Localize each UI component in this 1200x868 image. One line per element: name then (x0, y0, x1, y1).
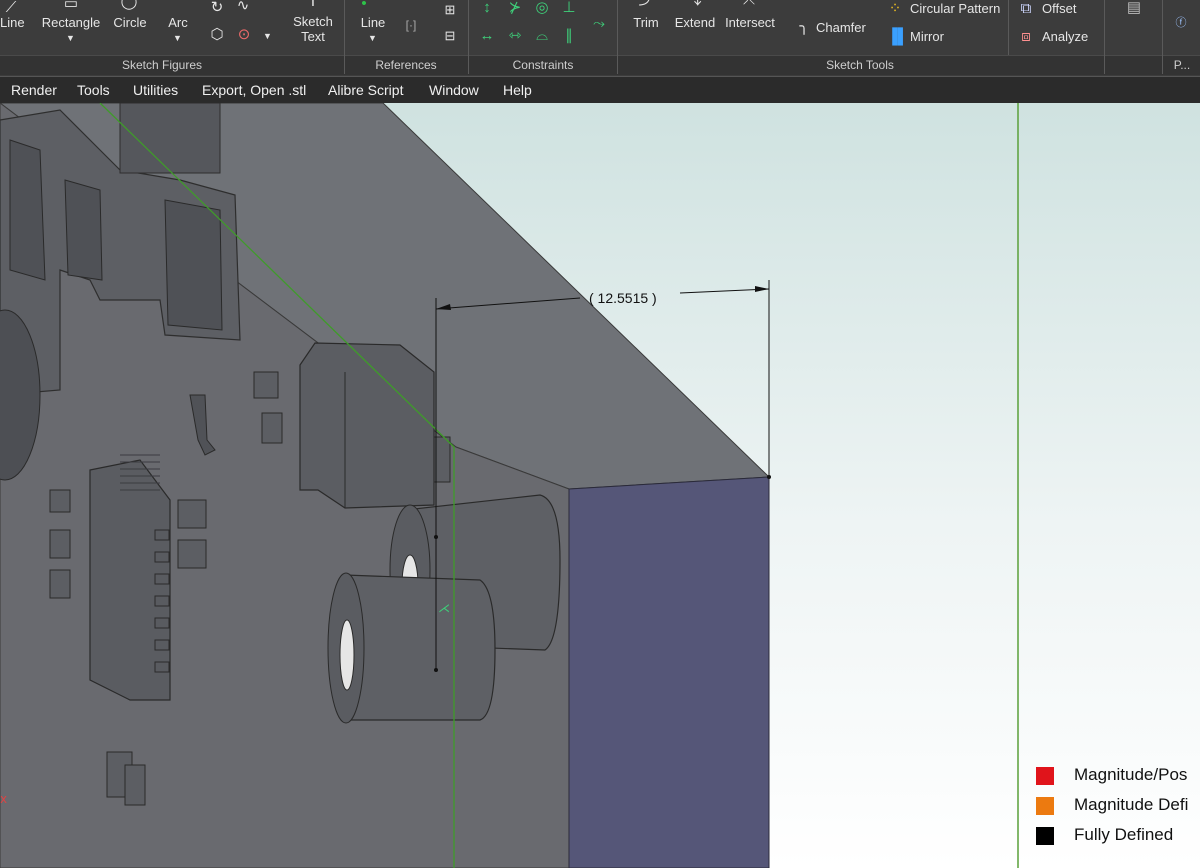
menu-export-open-stl[interactable]: Export, Open .stl (202, 82, 306, 98)
concentric-constraint-icon[interactable]: ◎ (533, 0, 551, 15)
menu-window[interactable]: Window (429, 82, 479, 98)
box-component (299, 342, 435, 509)
spline-icon[interactable]: ∿ (234, 0, 252, 13)
trim-icon: ⤴ (636, 0, 656, 7)
legend-label: Fully Defined (1074, 825, 1174, 844)
reference-intersect-icon[interactable]: ⊟ (440, 28, 460, 43)
reference-line-icon: • (361, 0, 367, 12)
mirror-button[interactable]: Mirror (910, 29, 970, 44)
legend-swatch (1036, 797, 1054, 815)
equal-constraint-icon[interactable]: ⇿ (506, 28, 524, 43)
three-point-arc-icon[interactable]: ↻ (208, 0, 226, 15)
sketch-point-bottom (434, 668, 438, 672)
menu-bar: Render Tools Utilities Export, Open .stl… (0, 76, 1200, 104)
menu-render[interactable]: Render (11, 82, 57, 98)
group-separator (1008, 0, 1009, 55)
upper-connector-rail (119, 103, 221, 174)
rectangle-button[interactable]: Rectangle (38, 15, 104, 30)
references-group-label: References (375, 58, 437, 72)
extend-button[interactable]: Extend (672, 15, 718, 30)
enclosure-front-face (568, 476, 770, 868)
model-canvas[interactable]: ⋌ ( 12.5515 ) x (0, 103, 1200, 868)
dimension-arrow-right (755, 286, 769, 292)
3d-viewport[interactable]: ⋌ ( 12.5515 ) x Magnitude/Pos Magnitude … (0, 103, 1200, 868)
sketch-constraint-glyph: ⋌ (438, 601, 450, 615)
fixed-constraint-icon[interactable]: ⊥ (560, 0, 578, 15)
audio-jack-front-hole (339, 619, 355, 691)
parallel-constraint-icon[interactable]: ∥ (560, 28, 578, 43)
intersect-button[interactable]: Intersect (722, 15, 778, 30)
legend-row: Magnitude Defi (1036, 795, 1200, 817)
reference-line-button[interactable]: Line (354, 15, 392, 30)
axis-marker-icon: x (0, 792, 7, 806)
circular-pattern-icon: ⁘ (888, 0, 902, 17)
menu-alibre-script[interactable]: Alibre Script (328, 82, 403, 98)
clapper-icon[interactable]: ▤ (1124, 0, 1144, 15)
auto-constraint-icon[interactable]: ⤳ (590, 16, 608, 31)
legend-swatch (1036, 827, 1054, 845)
line-icon: ⟋ (5, 0, 17, 16)
line-button[interactable]: Line (0, 15, 25, 30)
ellipse-dropdown-icon[interactable]: ▼ (263, 31, 272, 41)
reference-project-icon[interactable]: ⊞ (440, 2, 460, 17)
offset-button[interactable]: Offset (1042, 1, 1092, 16)
sketch-text-icon: T (308, 0, 318, 10)
sketch-tools-group-label: Sketch Tools (826, 58, 894, 72)
mirror-icon: ▐▌ (887, 28, 909, 45)
legend-swatch (1036, 767, 1054, 785)
reference-line-dropdown-icon[interactable]: ▼ (368, 33, 377, 43)
sketch-text-line1: Sketch (293, 14, 333, 29)
audio-jack-front-body (344, 574, 496, 721)
ribbon-toolbar: ⟋ Line ▭ Rectangle ▼ ◯ Circle Arc ▼ ↻ ∿ … (0, 0, 1200, 76)
sketch-figures-group-label: Sketch Figures (121, 58, 203, 72)
group-separator (1104, 0, 1105, 74)
function-icon[interactable]: ⓕ (1171, 16, 1191, 31)
last-group-label: P... (1173, 58, 1191, 72)
menu-help[interactable]: Help (503, 82, 532, 98)
legend-row: Fully Defined (1036, 825, 1200, 847)
perpendicular-constraint-icon[interactable]: ⊁ (506, 0, 524, 15)
menu-tools[interactable]: Tools (77, 82, 110, 98)
trim-button[interactable]: Trim (626, 15, 666, 30)
legend-label: Magnitude Defi (1074, 795, 1189, 814)
extend-icon: ⤵ (684, 0, 704, 7)
constraints-group-label: Constraints (512, 58, 574, 72)
sketch-text-line2: Text (301, 29, 325, 44)
ellipse-icon[interactable]: ⊙ (235, 27, 253, 42)
tangent-constraint-icon[interactable]: ⌓ (533, 28, 551, 43)
group-separator (1162, 0, 1163, 74)
group-separator (344, 0, 345, 74)
intersect-icon: ⤲ (739, 0, 759, 7)
menu-utilities[interactable]: Utilities (133, 82, 178, 98)
horizontal-constraint-icon[interactable]: ↔ (478, 28, 496, 43)
reference-bracket-icon[interactable]: [·] (400, 18, 422, 33)
analyze-icon: ⧈ (1021, 28, 1031, 45)
analyze-button[interactable]: Analyze (1042, 29, 1092, 44)
arc-button[interactable]: Arc (162, 15, 194, 30)
polygon-icon[interactable]: ⬡ (207, 27, 227, 42)
circle-icon: ◯ (120, 0, 138, 10)
sketch-text-button[interactable]: Sketch Text (286, 14, 340, 44)
group-separator (468, 0, 469, 74)
legend-label: Magnitude/Pos (1074, 765, 1188, 784)
rectangle-icon: ▭ (63, 0, 79, 12)
chamfer-button[interactable]: Chamfer (816, 20, 872, 35)
legend-row: Magnitude/Pos (1036, 765, 1200, 787)
vertical-constraint-icon[interactable]: ↕ (478, 0, 496, 15)
circle-button[interactable]: Circle (108, 15, 152, 30)
offset-icon: ⧉ (1020, 0, 1032, 17)
chamfer-icon: ╮ (799, 18, 809, 35)
rectangle-dropdown-icon[interactable]: ▼ (66, 33, 75, 43)
circular-pattern-button[interactable]: Circular Pattern (910, 1, 1006, 16)
arc-dropdown-icon[interactable]: ▼ (173, 33, 182, 43)
dimension-value-label[interactable]: ( 12.5515 ) (589, 290, 657, 306)
